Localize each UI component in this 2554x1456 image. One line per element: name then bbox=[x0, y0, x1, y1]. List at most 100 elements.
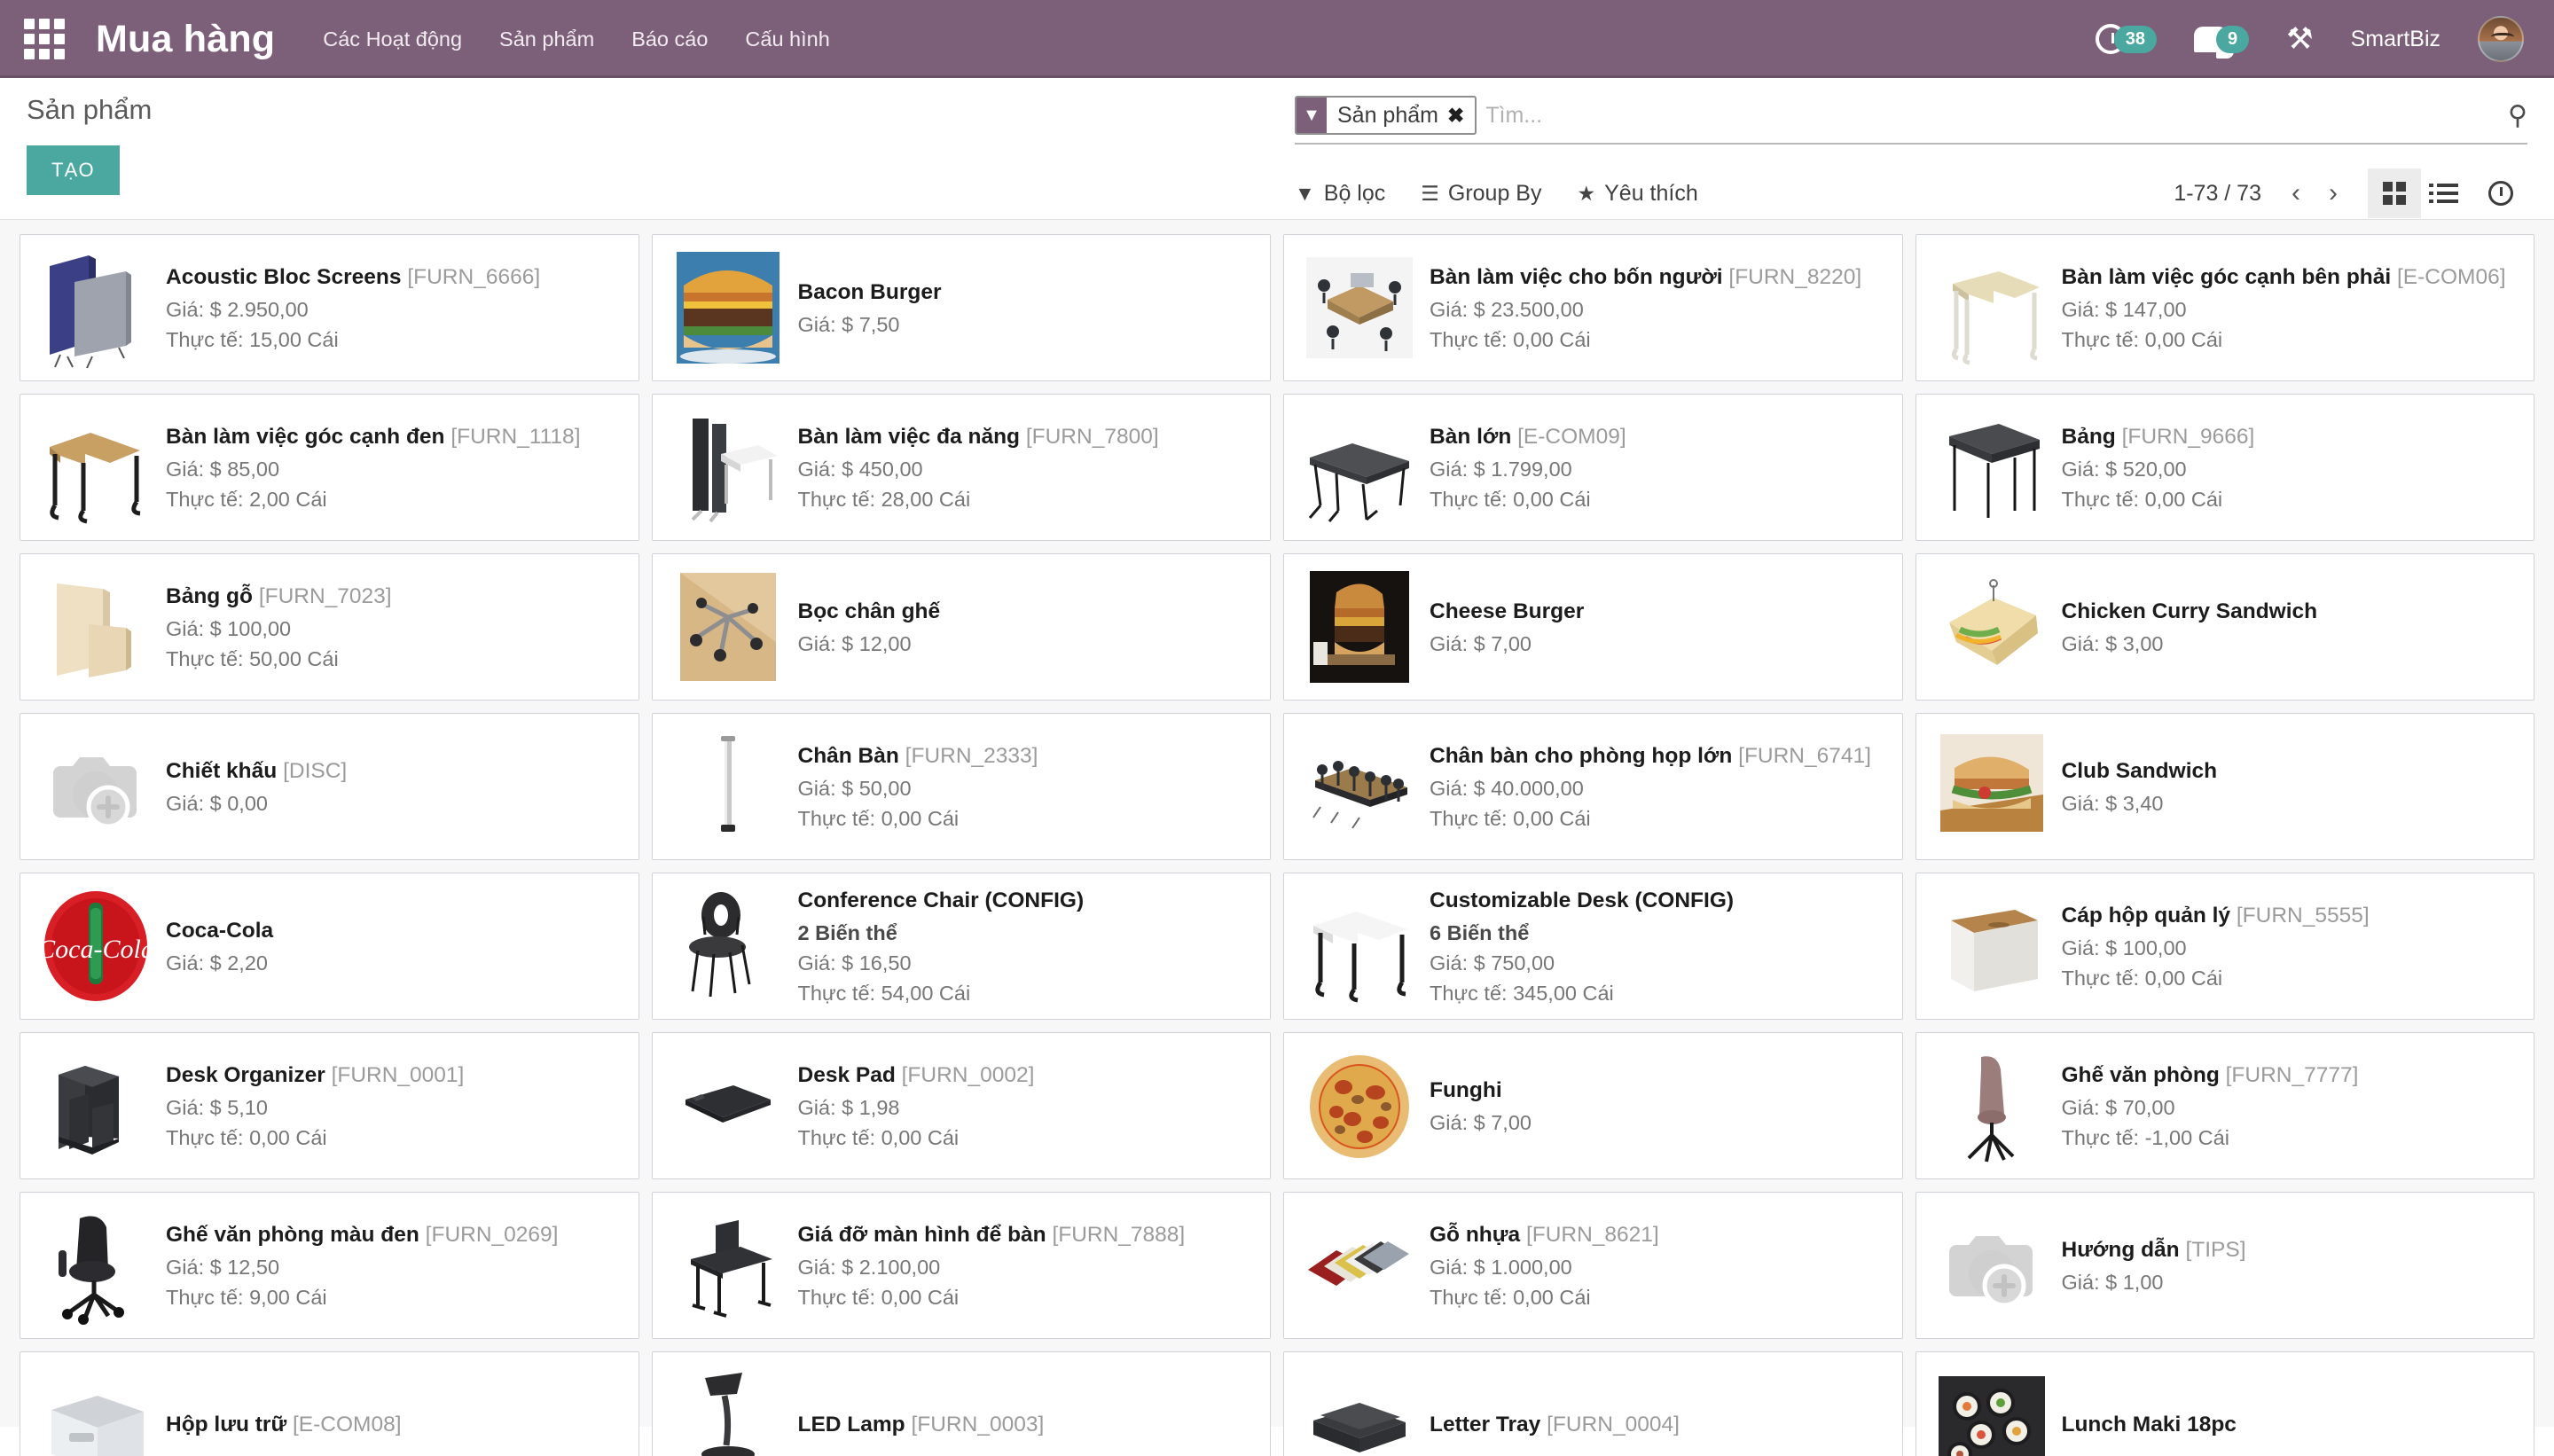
product-card[interactable]: Bảng gỗ [FURN_7023] Giá: $ 100,00 Thực tế:… bbox=[20, 553, 639, 701]
menu-item-reports[interactable]: Báo cáo bbox=[630, 22, 709, 57]
product-card[interactable]: Giá đỡ màn hình để bàn [FURN_7888] Giá: $… bbox=[651, 1192, 1271, 1339]
control-panel-left: Sản phẩm TẠO bbox=[27, 94, 1295, 195]
product-card[interactable]: Cheese Burger Giá: $ 7,00 bbox=[1283, 553, 1903, 701]
product-name: Funghi bbox=[1430, 1078, 1502, 1103]
product-price: Giá: $ 50,00 bbox=[797, 776, 912, 800]
product-title: Chicken Curry Sandwich bbox=[2062, 598, 2520, 625]
product-card[interactable]: Gỗ nhựa [FURN_8621] Giá: $ 1.000,00 Thực t… bbox=[1283, 1192, 1903, 1339]
large-table-image bbox=[1293, 403, 1426, 532]
product-title: Chân Bàn [FURN_2333] bbox=[798, 742, 1257, 770]
product-card-body: Cáp hộp quản lý [FURN_5555] Giá: $ 100,00… bbox=[2058, 902, 2520, 990]
product-title: Bacon Burger bbox=[798, 278, 1257, 306]
product-card[interactable]: Chân bàn cho phòng họp lớn [FURN_6741] Gi… bbox=[1283, 713, 1903, 860]
product-card[interactable]: Bọc chân ghế Giá: $ 12,00 bbox=[651, 553, 1271, 701]
product-title: Bàn làm việc góc cạnh bên phải [E-COM06] bbox=[2062, 263, 2520, 291]
product-title: Desk Organizer [FURN_0001] bbox=[166, 1061, 624, 1089]
product-internal-reference: [E-COM08] bbox=[293, 1413, 402, 1437]
product-card[interactable]: Desk Pad [FURN_0002] Giá: $ 1,98 Thực tế: … bbox=[651, 1032, 1271, 1179]
product-card[interactable]: Club Sandwich Giá: $ 3,40 bbox=[1915, 713, 2534, 860]
product-quantity-on-hand: Thực tế: 0,00 Cái bbox=[797, 806, 960, 830]
product-name: Chicken Curry Sandwich bbox=[2061, 599, 2318, 624]
groupby-dropdown[interactable]: ☰ Group By bbox=[1421, 181, 1541, 207]
product-card-body: Cheese Burger Giá: $ 7,00 bbox=[1426, 598, 1888, 655]
product-card[interactable]: Funghi Giá: $ 7,00 bbox=[1283, 1032, 1903, 1179]
product-price: Giá: $ 520,00 bbox=[2061, 457, 2187, 481]
pager-next-button[interactable]: › bbox=[2316, 180, 2350, 207]
product-card[interactable]: Chân Bàn [FURN_2333] Giá: $ 50,00 Thực tế:… bbox=[651, 713, 1271, 860]
kanban-view-button[interactable] bbox=[2368, 168, 2421, 218]
messages-menu[interactable]: 9 bbox=[2193, 25, 2250, 59]
messages-count-badge: 9 bbox=[2215, 25, 2250, 53]
product-card[interactable]: Hộp lưu trữ [E-COM08] bbox=[20, 1351, 639, 1456]
product-card[interactable]: Customizable Desk (CONFIG) 6 Biến thể Giá:… bbox=[1283, 873, 1903, 1020]
product-card-body: Bảng gỗ [FURN_7023] Giá: $ 100,00 Thực tế:… bbox=[162, 583, 624, 670]
product-card[interactable]: Bacon Burger Giá: $ 7,50 bbox=[651, 234, 1271, 381]
product-price: Giá: $ 2.950,00 bbox=[166, 297, 309, 321]
product-card-body: Gỗ nhựa [FURN_8621] Giá: $ 1.000,00 Thực t… bbox=[1426, 1221, 1888, 1309]
filters-dropdown[interactable]: ▼ Bộ lọc bbox=[1295, 181, 1385, 207]
office-chair-image bbox=[1925, 1041, 2058, 1170]
menu-item-activities[interactable]: Các Hoạt động bbox=[321, 22, 464, 57]
product-variant-count[interactable]: 6 Biến thể bbox=[1430, 921, 1888, 945]
club-sandwich-image bbox=[1925, 722, 2058, 851]
search-facet-remove-icon[interactable]: ✖ bbox=[1447, 98, 1475, 133]
product-card[interactable]: Bàn làm việc đa năng [FURN_7800] Giá: $ 4… bbox=[651, 394, 1271, 541]
list-icon bbox=[2429, 184, 2458, 203]
product-name: Chân Bàn bbox=[797, 744, 899, 769]
user-avatar[interactable] bbox=[2478, 16, 2524, 62]
search-facet-products[interactable]: ▼ Sản phẩm ✖ bbox=[1295, 96, 1477, 135]
product-card[interactable]: Chiết khấu [DISC] Giá: $ 0,00 bbox=[20, 713, 639, 860]
product-name: Lunch Maki 18pc bbox=[2061, 1413, 2237, 1437]
grid-apps-icon[interactable] bbox=[20, 14, 69, 64]
product-card[interactable]: Hướng dẫn [TIPS] Giá: $ 1,00 bbox=[1915, 1192, 2534, 1339]
product-card[interactable]: LED Lamp [FURN_0003] bbox=[651, 1351, 1271, 1456]
product-card[interactable]: Bảng [FURN_9666] Giá: $ 520,00 Thực tế: 0,… bbox=[1915, 394, 2534, 541]
lunch-maki-image bbox=[1925, 1360, 2058, 1456]
create-button[interactable]: TẠO bbox=[27, 145, 120, 195]
search-icon[interactable]: ⚲ bbox=[2508, 100, 2527, 131]
user-menu[interactable]: SmartBiz bbox=[2351, 27, 2440, 52]
product-card[interactable]: Desk Organizer [FURN_0001] Giá: $ 5,10 Thự… bbox=[20, 1032, 639, 1179]
product-card[interactable]: Lunch Maki 18pc bbox=[1915, 1351, 2534, 1456]
search-input[interactable] bbox=[1485, 98, 2496, 132]
product-title: Giá đỡ màn hình để bàn [FURN_7888] bbox=[798, 1221, 1257, 1249]
product-card[interactable]: Letter Tray [FURN_0004] bbox=[1283, 1351, 1903, 1456]
product-price: Giá: $ 70,00 bbox=[2061, 1095, 2175, 1119]
activity-view-button[interactable] bbox=[2474, 168, 2527, 218]
product-card[interactable]: Conference Chair (CONFIG) 2 Biến thể Giá: … bbox=[651, 873, 1271, 1020]
product-card[interactable]: Chicken Curry Sandwich Giá: $ 3,00 bbox=[1915, 553, 2534, 701]
product-name: Bacon Burger bbox=[797, 280, 942, 305]
menu-item-products[interactable]: Sản phẩm bbox=[497, 22, 596, 57]
product-card-body: Lunch Maki 18pc bbox=[2058, 1411, 2520, 1438]
letter-tray-image bbox=[1293, 1360, 1426, 1456]
product-card-body: Bọc chân ghế Giá: $ 12,00 bbox=[795, 598, 1257, 655]
product-name: Bàn làm việc góc cạnh bên phải bbox=[2061, 265, 2392, 290]
product-quantity-on-hand: Thực tế: 345,00 Cái bbox=[1430, 981, 1614, 1005]
product-variant-count[interactable]: 2 Biến thể bbox=[798, 921, 1257, 945]
product-card[interactable]: Coca-Cola Coca-Cola Giá: $ 2,20 bbox=[20, 873, 639, 1020]
activities-count-badge: 38 bbox=[2113, 25, 2157, 53]
product-card[interactable]: Ghế văn phòng [FURN_7777] Giá: $ 70,00 Thự… bbox=[1915, 1032, 2534, 1179]
product-card[interactable]: Bàn làm việc cho bốn người [FURN_8220] Gi… bbox=[1283, 234, 1903, 381]
product-quantity-on-hand: Thực tế: 0,00 Cái bbox=[1430, 487, 1591, 511]
product-card[interactable]: Bàn làm việc góc cạnh đen [FURN_1118] Giá… bbox=[20, 394, 639, 541]
pager-previous-button[interactable]: ‹ bbox=[2279, 180, 2313, 207]
developer-tools-menu[interactable]: ⚒ bbox=[2286, 24, 2313, 54]
product-card[interactable]: Cáp hộp quản lý [FURN_5555] Giá: $ 100,00… bbox=[1915, 873, 2534, 1020]
product-internal-reference: [FURN_0004] bbox=[1547, 1413, 1680, 1437]
product-internal-reference: [E-COM06] bbox=[2397, 265, 2506, 290]
favorites-dropdown[interactable]: ★ Yêu thích bbox=[1577, 181, 1697, 207]
menu-item-configuration[interactable]: Cấu hình bbox=[743, 22, 831, 57]
list-view-button[interactable] bbox=[2421, 168, 2474, 218]
product-title: Chiết khấu [DISC] bbox=[166, 757, 624, 785]
product-quantity-on-hand: Thực tế: 0,00 Cái bbox=[1430, 327, 1591, 351]
product-card[interactable]: Acoustic Bloc Screens [FURN_6666] Giá: $ … bbox=[20, 234, 639, 381]
product-card[interactable]: Bàn lớn [E-COM09] Giá: $ 1.799,00 Thực tế:… bbox=[1283, 394, 1903, 541]
control-panel: Sản phẩm TẠO ▼ Sản phẩm ✖ ⚲ ▼ Bộ lọc ☰ bbox=[0, 78, 2554, 219]
funghi-pizza-image bbox=[1293, 1041, 1426, 1170]
activities-menu[interactable]: 38 bbox=[2095, 24, 2157, 54]
product-internal-reference: [FURN_5555] bbox=[2236, 904, 2370, 928]
product-title: Desk Pad [FURN_0002] bbox=[798, 1061, 1257, 1089]
product-card[interactable]: Ghế văn phòng màu đen [FURN_0269] Giá: $ … bbox=[20, 1192, 639, 1339]
product-card[interactable]: Bàn làm việc góc cạnh bên phải [E-COM06]… bbox=[1915, 234, 2534, 381]
